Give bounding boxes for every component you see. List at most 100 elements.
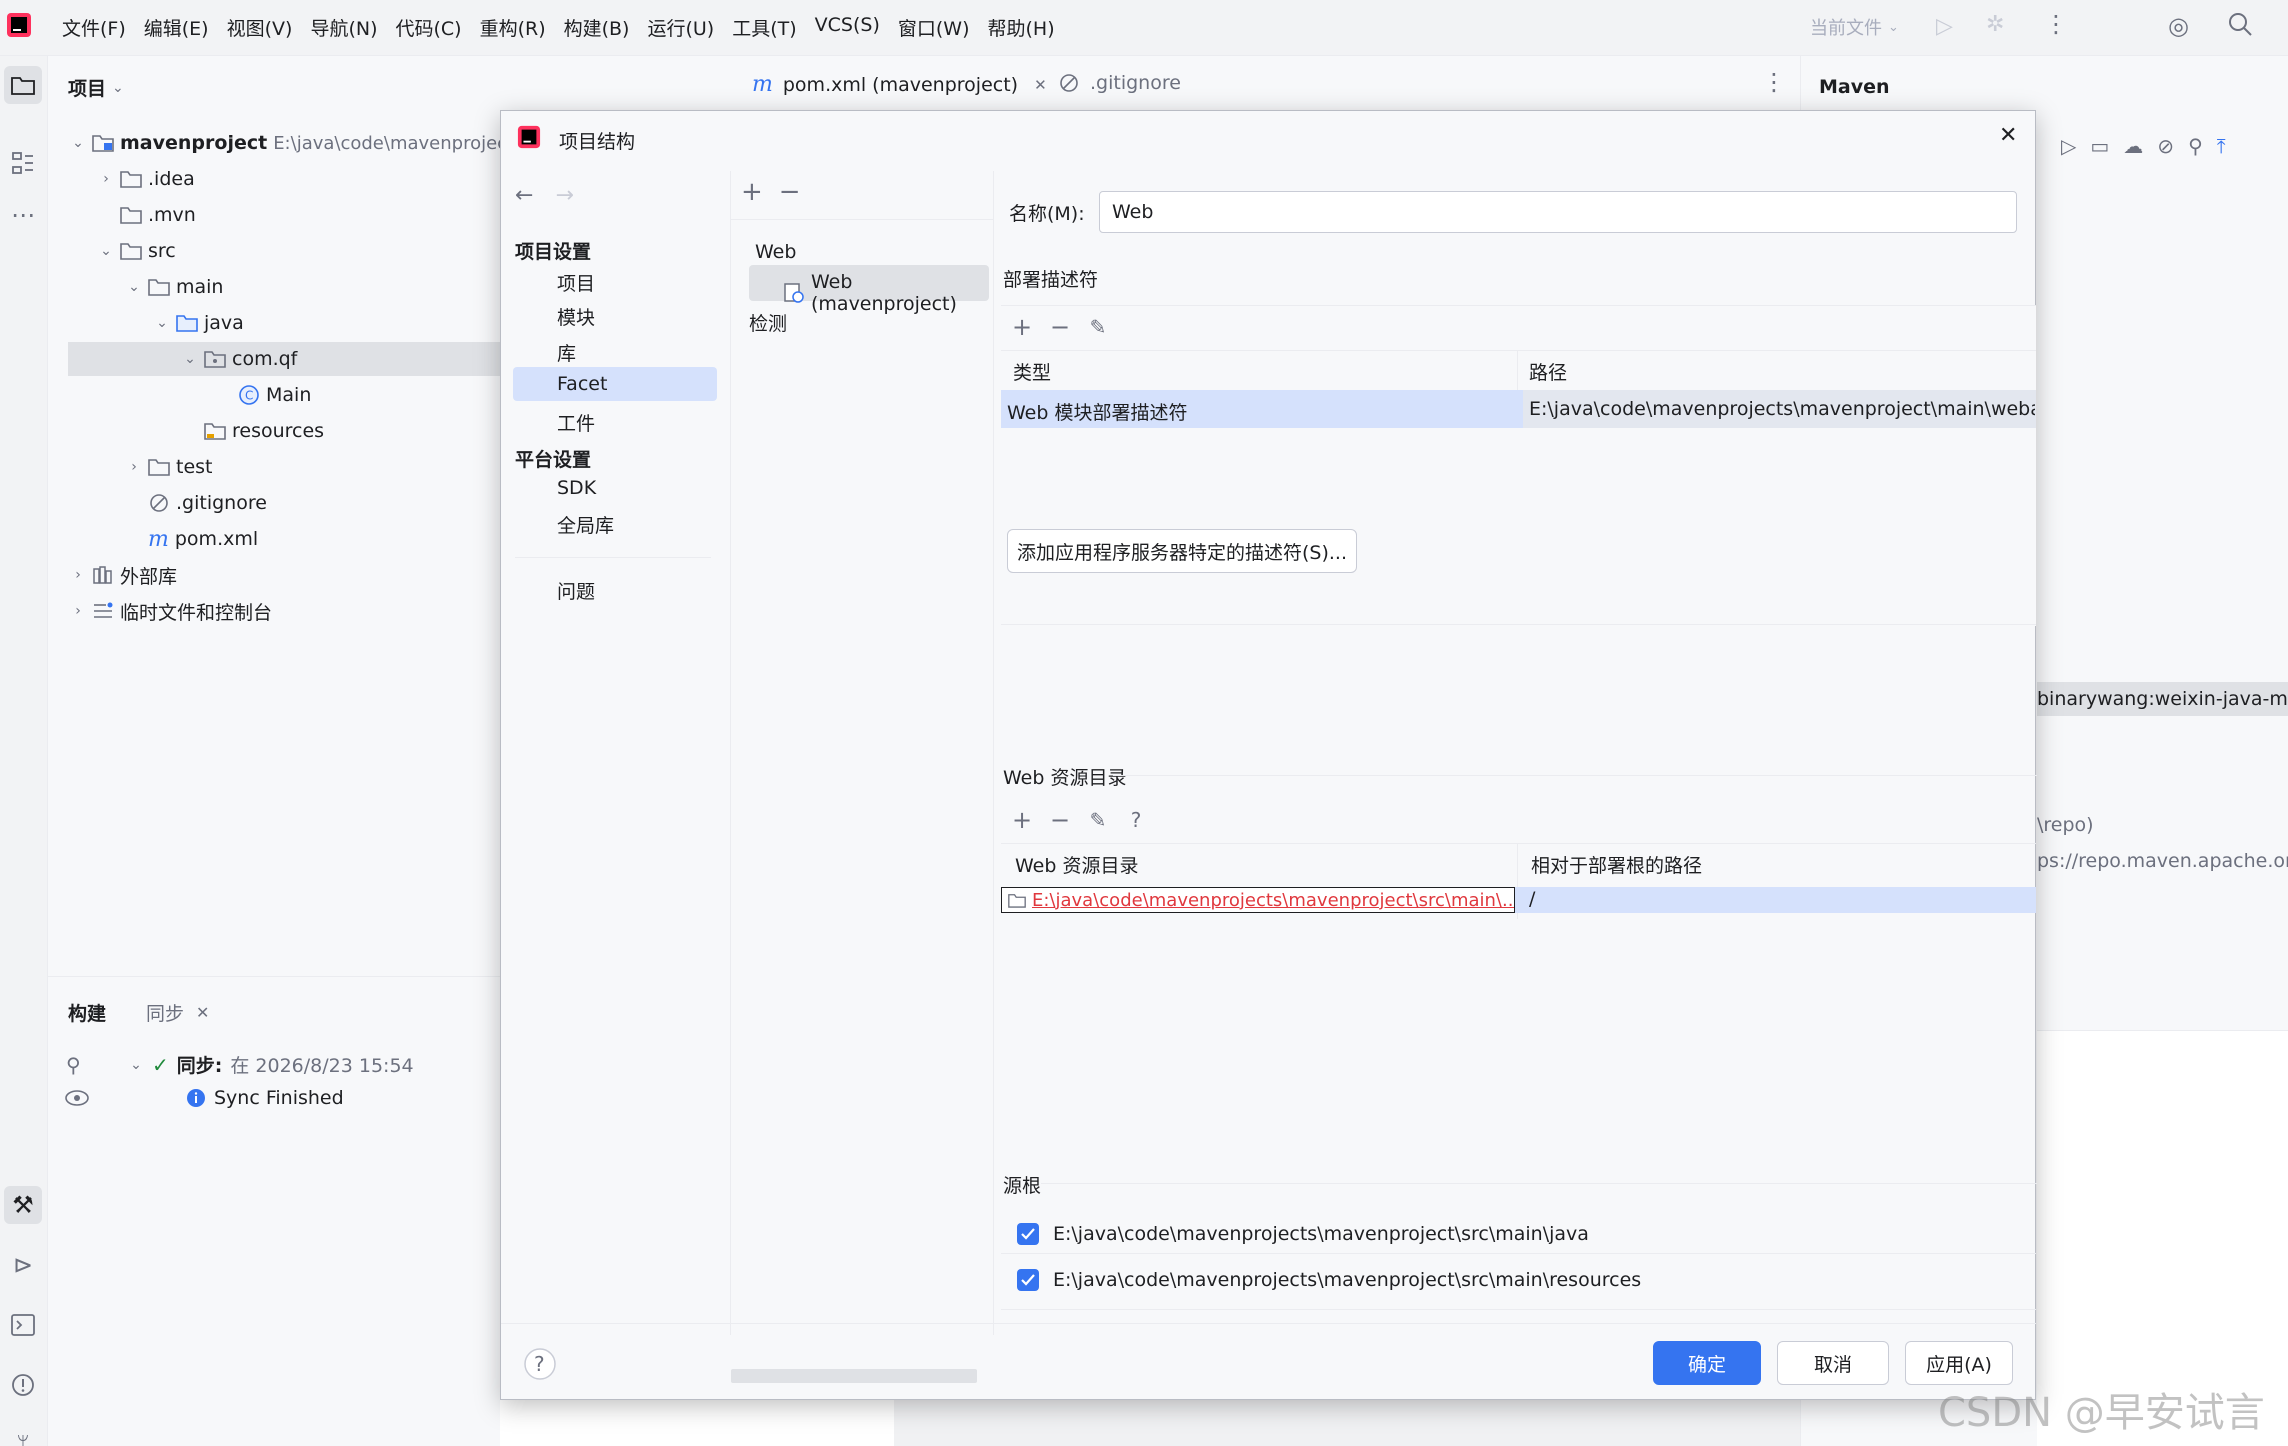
table-row[interactable]: E:\java\code\mavenprojects\mavenproject\… xyxy=(1001,887,2036,913)
menu-build[interactable]: 构建(B) xyxy=(564,14,630,41)
checkbox-checked-icon[interactable] xyxy=(1017,1223,1039,1245)
menu-tools[interactable]: 工具(T) xyxy=(732,14,796,41)
menu-file[interactable]: 文件(F) xyxy=(62,14,126,41)
terminal-icon[interactable] xyxy=(4,1306,42,1344)
nav-libraries[interactable]: 库 xyxy=(557,339,576,366)
tree-item-mvn[interactable]: .mvn xyxy=(98,198,196,232)
ai-assistant-icon[interactable]: ◎ xyxy=(2168,12,2189,40)
intellij-logo-icon[interactable] xyxy=(6,12,32,38)
structure-icon[interactable] xyxy=(4,144,42,182)
menu-run[interactable]: 运行(U) xyxy=(647,14,714,41)
search-icon[interactable] xyxy=(2226,10,2254,38)
facet-group-web[interactable]: Web xyxy=(755,241,796,263)
close-icon[interactable]: ✕ xyxy=(1999,123,2017,148)
apply-button[interactable]: 应用(A) xyxy=(1905,1341,2013,1385)
facet-item-web[interactable]: Web (mavenproject) xyxy=(783,271,993,315)
tree-item-scratches[interactable]: › 临时文件和控制台 xyxy=(70,594,272,628)
chevron-down-icon[interactable]: ⌄ xyxy=(126,279,142,295)
tree-item-external-libs[interactable]: › 外部库 xyxy=(70,558,177,592)
execute-goal-icon[interactable]: ▭ xyxy=(2090,134,2109,158)
more-tools-icon[interactable]: ⋯ xyxy=(4,196,42,234)
debug-icon[interactable]: ✲ xyxy=(1986,12,2004,37)
tree-item-root[interactable]: ⌄ mavenproject E:\java\code\mavenproject… xyxy=(70,126,523,160)
col-web-dir-header[interactable]: Web 资源目录 xyxy=(1015,845,1138,883)
menu-refactor[interactable]: 重构(R) xyxy=(480,14,546,41)
sync-result-row[interactable]: ⌄ ✓ 同步: 在 2026/8/23 15:54 xyxy=(128,1051,414,1078)
nav-project[interactable]: 项目 xyxy=(557,269,595,296)
add-icon[interactable]: + xyxy=(1009,807,1035,833)
ok-button[interactable]: 确定 xyxy=(1653,1341,1761,1385)
checkbox-checked-icon[interactable] xyxy=(1017,1269,1039,1291)
tree-item-gitignore[interactable]: .gitignore xyxy=(126,486,267,520)
name-input[interactable]: Web xyxy=(1099,191,2017,233)
offline-icon[interactable]: ☁ xyxy=(2123,134,2143,158)
source-root-resources[interactable]: E:\java\code\mavenprojects\mavenproject\… xyxy=(1017,1269,1641,1291)
edit-pencil-icon[interactable]: ✎ xyxy=(1085,314,1111,340)
help-question-icon[interactable]: ? xyxy=(523,1347,557,1381)
table-row[interactable]: Web 模块部署描述符 E:\java\code\mavenprojects\m… xyxy=(1001,390,2036,428)
col-path-header[interactable]: 路径 xyxy=(1529,352,1567,390)
add-icon[interactable]: + xyxy=(741,177,763,207)
tab-build[interactable]: 构建 xyxy=(68,999,106,1026)
remove-icon[interactable]: − xyxy=(1047,807,1073,833)
services-icon[interactable]: ⊳ xyxy=(4,1246,42,1284)
project-tool-folder-icon[interactable] xyxy=(4,66,42,104)
analyze-icon[interactable]: ⚲ xyxy=(2188,134,2203,158)
menu-edit[interactable]: 编辑(E) xyxy=(144,14,209,41)
back-arrow-icon[interactable]: ← xyxy=(515,183,533,208)
sync-finished-row[interactable]: Sync Finished xyxy=(186,1087,344,1109)
project-panel-header[interactable]: 项目 ⌄ xyxy=(68,74,124,101)
facet-detection[interactable]: 检测 xyxy=(749,309,787,336)
problems-icon[interactable] xyxy=(4,1366,42,1404)
chevron-down-icon[interactable]: ⌄ xyxy=(182,351,198,367)
nav-facets[interactable]: Facet xyxy=(557,373,607,395)
remove-icon[interactable]: − xyxy=(779,177,801,207)
run-config-selector[interactable]: 当前文件 ⌄ xyxy=(1810,14,1899,40)
menu-code[interactable]: 代码(C) xyxy=(395,14,461,41)
tree-item-test[interactable]: › test xyxy=(126,450,212,484)
add-server-descriptor-button[interactable]: 添加应用程序服务器特定的描述符(S)... xyxy=(1007,529,1357,573)
chevron-right-icon[interactable]: › xyxy=(70,603,86,619)
tree-item-resources[interactable]: resources xyxy=(182,414,324,448)
tab-gitignore[interactable]: .gitignore xyxy=(1058,72,1181,94)
git-icon[interactable]: ᛘ xyxy=(4,1426,42,1446)
col-relative-path-header[interactable]: 相对于部署根的路径 xyxy=(1531,845,1702,883)
tab-pom[interactable]: m pom.xml (mavenproject) ✕ xyxy=(752,72,1047,97)
collapse-all-icon[interactable]: ⤒ xyxy=(2217,134,2226,158)
tree-item-java[interactable]: ⌄ java xyxy=(154,306,244,340)
run-icon[interactable]: ▷ xyxy=(1936,14,1953,39)
menu-navigate[interactable]: 导航(N) xyxy=(310,14,377,41)
nav-modules[interactable]: 模块 xyxy=(557,303,595,330)
nav-sdk[interactable]: SDK xyxy=(557,477,596,499)
menu-vcs[interactable]: VCS(S) xyxy=(815,14,880,41)
nav-artifacts[interactable]: 工件 xyxy=(557,409,595,436)
pin-icon[interactable]: ⚲ xyxy=(66,1053,81,1077)
more-vertical-icon[interactable]: ⋮ xyxy=(1762,68,1786,96)
chevron-down-icon[interactable]: ⌄ xyxy=(154,315,170,331)
help-question-icon[interactable]: ? xyxy=(1123,807,1149,833)
nav-global-libs[interactable]: 全局库 xyxy=(557,511,614,538)
close-icon[interactable]: ✕ xyxy=(196,1003,209,1022)
maven-dependency-item[interactable]: binarywang:weixin-java-mp:3 xyxy=(2037,688,2288,710)
eye-icon[interactable] xyxy=(64,1089,90,1107)
tree-item-src[interactable]: ⌄ src xyxy=(98,234,176,268)
chevron-down-icon[interactable]: ⌄ xyxy=(70,135,86,151)
skip-tests-icon[interactable]: ⊘ xyxy=(2157,134,2174,158)
forward-arrow-icon[interactable]: → xyxy=(555,183,573,208)
chevron-down-icon[interactable]: ⌄ xyxy=(98,243,114,259)
web-dir-cell[interactable]: E:\java\code\mavenprojects\mavenproject\… xyxy=(1001,887,1515,913)
close-icon[interactable]: ✕ xyxy=(1034,76,1047,94)
tree-item-main[interactable]: ⌄ main xyxy=(126,270,223,304)
chevron-right-icon[interactable]: › xyxy=(126,459,142,475)
nav-problems[interactable]: 问题 xyxy=(557,577,595,604)
tree-item-idea[interactable]: › .idea xyxy=(98,162,195,196)
tab-sync[interactable]: 同步 ✕ xyxy=(146,999,209,1026)
chevron-down-icon[interactable]: ⌄ xyxy=(128,1057,144,1073)
build-hammer-icon[interactable]: ⚒ xyxy=(4,1186,42,1224)
tree-item-pom[interactable]: m pom.xml xyxy=(126,522,258,556)
tree-item-main-class[interactable]: C Main xyxy=(238,378,311,412)
chevron-right-icon[interactable]: › xyxy=(98,171,114,187)
cancel-button[interactable]: 取消 xyxy=(1777,1341,1889,1385)
menu-help[interactable]: 帮助(H) xyxy=(988,14,1055,41)
source-root-java[interactable]: E:\java\code\mavenprojects\mavenproject\… xyxy=(1017,1223,1589,1245)
